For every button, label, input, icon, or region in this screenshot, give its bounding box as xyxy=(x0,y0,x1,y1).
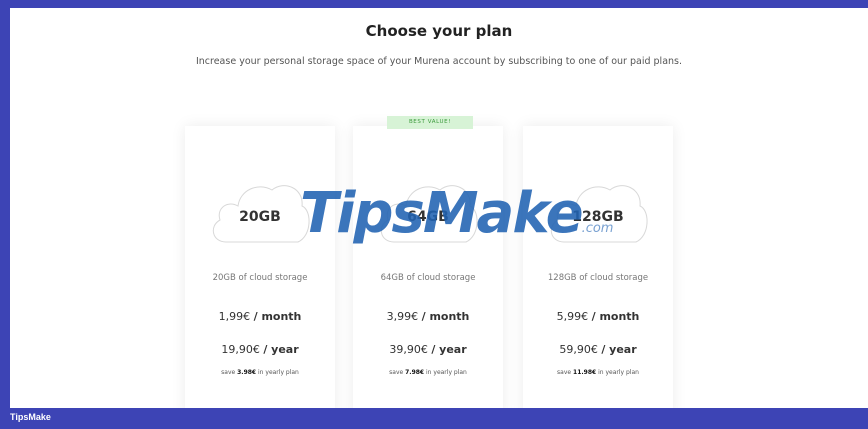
page-title: Choose your plan xyxy=(365,22,513,40)
plan-card-128gb[interactable]: 128GB 128GB of cloud storage 5,99€ / mon… xyxy=(523,126,673,408)
plan-description: 20GB of cloud storage xyxy=(212,273,308,283)
monthly-price: 1,99€ / month xyxy=(218,310,302,323)
plan-page: Choose your plan Increase your personal … xyxy=(10,8,868,408)
best-value-badge: BEST VALUE! xyxy=(387,116,473,129)
cloud-icon: 20GB xyxy=(208,176,312,246)
footer-bar: TipsMake xyxy=(0,408,868,429)
yearly-price: 19,90€ / year xyxy=(221,343,299,356)
save-note: save 7.98€ in yearly plan xyxy=(389,369,467,376)
plan-description: 64GB of cloud storage xyxy=(380,273,476,283)
save-note: save 11.98€ in yearly plan xyxy=(557,369,639,376)
plan-card-20gb[interactable]: 20GB 20GB of cloud storage 1,99€ / month… xyxy=(185,126,335,408)
plan-description: 128GB of cloud storage xyxy=(547,273,649,283)
yearly-price: 39,90€ / year xyxy=(389,343,467,356)
footer-label: TipsMake xyxy=(10,412,51,422)
tipsmake-watermark: TipsMake.com xyxy=(300,181,614,246)
plan-size: 20GB xyxy=(239,209,281,225)
save-note: save 3.98€ in yearly plan xyxy=(221,369,299,376)
page-subtitle: Increase your personal storage space of … xyxy=(195,56,683,67)
monthly-price: 3,99€ / month xyxy=(386,310,470,323)
yearly-price: 59,90€ / year xyxy=(559,343,637,356)
monthly-price: 5,99€ / month xyxy=(556,310,640,323)
plan-card-64gb[interactable]: 64GB 64GB of cloud storage 3,99€ / month… xyxy=(353,126,503,408)
